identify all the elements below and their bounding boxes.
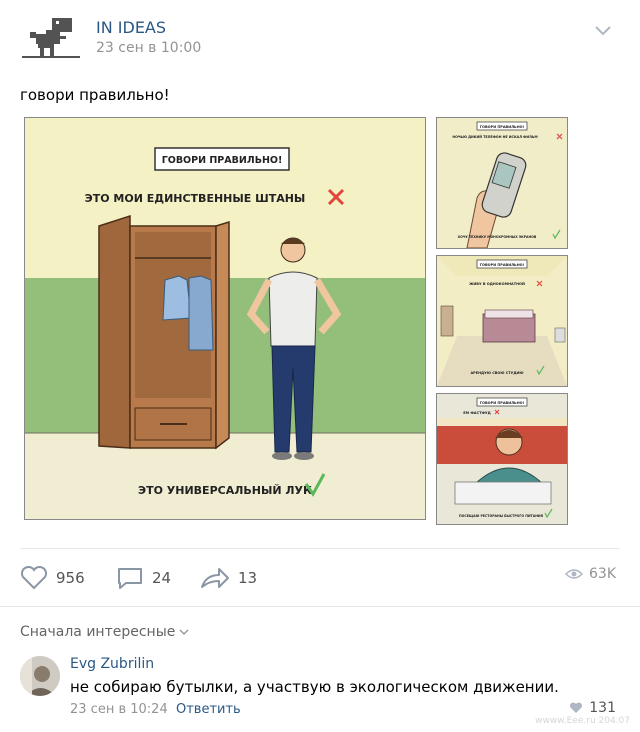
- thumb3-banner: ГОВОРИ ПРАВИЛЬНО!: [480, 401, 525, 405]
- thumb2-banner: ГОВОРИ ПРАВИЛЬНО!: [480, 263, 525, 267]
- share-icon: [201, 568, 229, 588]
- share-button[interactable]: 13: [200, 566, 257, 590]
- like-count: 956: [56, 569, 85, 587]
- post-image-main[interactable]: ГОВОРИ ПРАВИЛЬНО! ЭТО МОИ ЕДИНСТВЕННЫЕ Ш…: [24, 117, 426, 520]
- watermark: wwww.Eee.ru 204.07: [535, 716, 630, 726]
- thumb2-wrong: ЖИВУ В ОДНОКОМНАТНОЙ: [469, 281, 525, 286]
- image-right-caption: ЭТО УНИВЕРСАЛЬНЫЙ ЛУК: [138, 484, 312, 497]
- eye-icon: [565, 569, 583, 579]
- chevron-down-icon[interactable]: [594, 22, 612, 36]
- comment-text: не собираю бутылки, а участвую в экологи…: [70, 678, 559, 696]
- comment-author[interactable]: Evg Zubrilin: [70, 656, 154, 672]
- like-button[interactable]: 956: [20, 566, 85, 590]
- views-counter: 63K: [565, 566, 616, 582]
- chevron-down-icon: [179, 629, 189, 635]
- comment-time[interactable]: 23 сен в 10:24: [70, 702, 168, 717]
- reply-button[interactable]: Ответить: [176, 702, 241, 717]
- post-text: говори правильно!: [20, 86, 170, 104]
- share-count: 13: [238, 569, 258, 587]
- dino-icon: [22, 18, 80, 58]
- comment-count: 24: [152, 569, 172, 587]
- post-author[interactable]: IN IDEAS: [96, 18, 166, 37]
- comment-like-count: 131: [589, 700, 616, 716]
- author-avatar-logo[interactable]: [22, 16, 80, 58]
- divider-top: [20, 548, 620, 549]
- image-banner: ГОВОРИ ПРАВИЛЬНО!: [162, 155, 283, 166]
- thumb1-wrong: НОЧЬЮ ДИКИЙ ТЕЛЕФОН НЕ ИСКАЛ ФИЛЬМ: [452, 134, 537, 139]
- thumb3-right: ПОСЕЩАЮ РЕСТОРАНЫ БЫСТРОГО ПИТАНИЯ: [459, 514, 544, 518]
- divider-bottom: [0, 606, 640, 607]
- post-image-thumb-2[interactable]: ГОВОРИ ПРАВИЛЬНО! ЖИВУ В ОДНОКОМНАТНОЙ А…: [436, 255, 568, 387]
- post-image-thumb-1[interactable]: ГОВОРИ ПРАВИЛЬНО! НОЧЬЮ ДИКИЙ ТЕЛЕФОН НЕ…: [436, 117, 568, 249]
- thumb1-banner: ГОВОРИ ПРАВИЛЬНО!: [480, 125, 525, 129]
- comments-sort-dropdown[interactable]: Сначала интересные: [20, 624, 189, 640]
- thumb1-right: ХОЧУ ТЕХНИКУ МОНОХРОМНЫХ ЭКРАНОВ: [458, 235, 537, 239]
- heart-icon: [570, 702, 583, 713]
- comment-button[interactable]: 24: [116, 566, 171, 590]
- post-image-thumb-3[interactable]: ГОВОРИ ПРАВИЛЬНО! ЕМ ФАСТФУД ПОСЕЩАЮ РЕС…: [436, 393, 568, 525]
- sort-label: Сначала интересные: [20, 624, 176, 640]
- post-time[interactable]: 23 сен в 10:00: [96, 40, 201, 56]
- comment-icon: [118, 568, 142, 589]
- thumb2-right: АРЕНДУЮ СВОЮ СТУДИЮ: [470, 371, 523, 375]
- avatar[interactable]: [20, 656, 60, 696]
- illustration-wardrobe: ГОВОРИ ПРАВИЛЬНО! ЭТО МОИ ЕДИНСТВЕННЫЕ Ш…: [25, 118, 425, 519]
- image-wrong-caption: ЭТО МОИ ЕДИНСТВЕННЫЕ ШТАНЫ: [85, 192, 306, 205]
- comment-like-button[interactable]: 131: [569, 700, 616, 716]
- thumb3-wrong: ЕМ ФАСТФУД: [463, 411, 491, 415]
- views-count: 63K: [589, 566, 616, 582]
- heart-icon: [20, 566, 48, 590]
